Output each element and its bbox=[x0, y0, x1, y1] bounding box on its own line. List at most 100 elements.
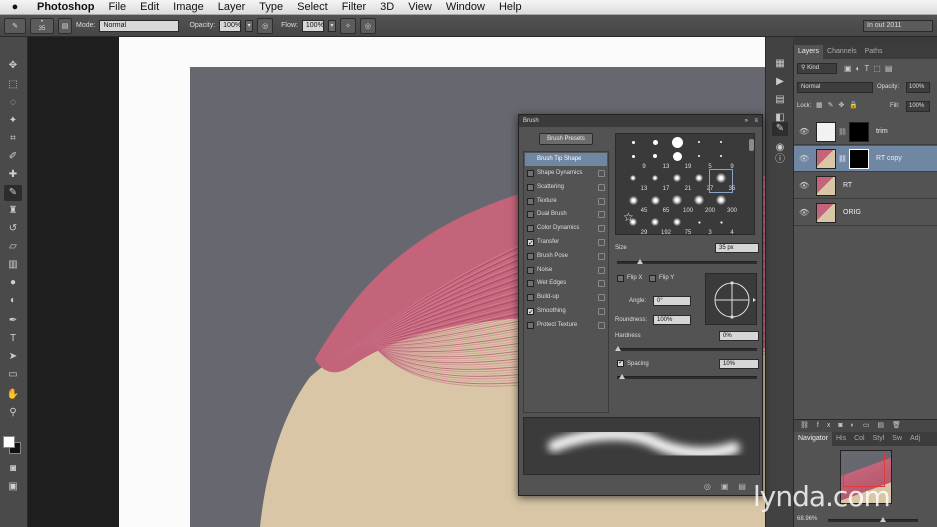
zoom-tool-icon[interactable]: ⚲ bbox=[4, 405, 22, 421]
tip-grid-scrollbar[interactable] bbox=[749, 139, 754, 151]
brush-tip-cell[interactable] bbox=[622, 136, 644, 148]
navigator-zoom-slider[interactable] bbox=[828, 517, 918, 522]
brush-tip-cell[interactable]: 3 bbox=[688, 214, 712, 236]
rectangle-tool-icon[interactable]: ▭ bbox=[4, 367, 22, 383]
hand-tool-icon[interactable]: ✋ bbox=[4, 387, 22, 403]
flow-dropdown-icon[interactable]: ▾ bbox=[327, 19, 336, 32]
brush-panel-header[interactable]: Brush » ≡ bbox=[519, 115, 762, 127]
menu-select[interactable]: Select bbox=[290, 0, 335, 15]
brush-tip-cell[interactable]: 9 bbox=[622, 148, 646, 170]
opacity-field[interactable]: 100% bbox=[219, 19, 242, 32]
lock-icon[interactable] bbox=[598, 321, 605, 329]
brush-option-checkbox[interactable] bbox=[527, 183, 534, 191]
brush-angle-preview[interactable] bbox=[705, 273, 757, 325]
star-brush-tip-icon[interactable]: ☆ bbox=[623, 210, 634, 224]
blend-mode-select[interactable]: Normal bbox=[797, 82, 873, 93]
menu-edit[interactable]: Edit bbox=[133, 0, 166, 15]
brush-option-item[interactable]: Build-up bbox=[525, 291, 607, 304]
slider-knob[interactable] bbox=[880, 517, 886, 522]
menu-3d[interactable]: 3D bbox=[373, 0, 401, 15]
menu-layer[interactable]: Layer bbox=[211, 0, 253, 15]
lasso-tool-icon[interactable]: ◌ bbox=[4, 95, 22, 111]
blur-tool-icon[interactable]: ● bbox=[4, 275, 22, 291]
menu-view[interactable]: View bbox=[401, 0, 439, 15]
brush-tip-cell[interactable]: 75 bbox=[666, 214, 691, 236]
lock-icon[interactable] bbox=[598, 294, 605, 302]
layer-kind-filter[interactable]: ⚲ Kind bbox=[797, 63, 837, 74]
brush-panel-toggle-icon[interactable]: ▤ bbox=[58, 17, 72, 34]
brush-tip-cell[interactable]: 100 bbox=[666, 192, 693, 214]
spacing-slider[interactable] bbox=[617, 374, 757, 379]
size-slider[interactable] bbox=[617, 259, 757, 264]
brush-option-item[interactable]: Color Dynamics bbox=[525, 222, 607, 235]
mode-select[interactable]: Normal bbox=[99, 19, 180, 32]
brush-option-item[interactable]: Brush Pose bbox=[525, 250, 607, 263]
brush-footer-icons[interactable]: ◎▣▤ bbox=[704, 482, 756, 491]
menu-filter[interactable]: Filter bbox=[335, 0, 373, 15]
brush-tip-cell[interactable] bbox=[644, 136, 666, 148]
menu-app-name[interactable]: Photoshop bbox=[30, 0, 101, 15]
layer-row-rt[interactable]: 👁 RT bbox=[794, 173, 937, 199]
panel-menu-icon[interactable]: ≡ bbox=[754, 115, 758, 127]
brush-tip-cell[interactable]: 9 bbox=[710, 148, 734, 170]
tab-color[interactable]: Col bbox=[850, 432, 869, 446]
brush-tip-cell[interactable]: 21 bbox=[666, 170, 691, 192]
eye-icon[interactable]: 👁 bbox=[799, 127, 809, 137]
brush-tip-cell[interactable]: 35 bbox=[709, 169, 735, 193]
fill-field[interactable]: 100% bbox=[906, 101, 930, 112]
info-panel-icon[interactable]: ▤ bbox=[772, 93, 788, 107]
slider-knob[interactable] bbox=[637, 259, 643, 264]
brush-tip-cell[interactable]: 192 bbox=[644, 214, 671, 236]
brush-presets-button[interactable]: Brush Presets bbox=[539, 133, 593, 145]
brush-tip-cell[interactable]: 13 bbox=[622, 170, 647, 192]
workspace-switcher[interactable]: In out 2011 bbox=[863, 19, 933, 32]
brush-option-checkbox[interactable] bbox=[527, 266, 534, 274]
marquee-tool-icon[interactable]: ⬚ bbox=[4, 77, 22, 93]
brush-option-item[interactable]: Noise bbox=[525, 264, 607, 277]
flip-x-checkbox[interactable] bbox=[617, 275, 624, 282]
tab-adjustments[interactable]: Adj bbox=[906, 432, 924, 446]
menu-window[interactable]: Window bbox=[439, 0, 492, 15]
lock-icon[interactable] bbox=[598, 197, 605, 205]
tab-channels[interactable]: Channels bbox=[823, 45, 861, 59]
lock-icon[interactable] bbox=[598, 252, 605, 260]
layer-row-orig[interactable]: 👁 ORIG bbox=[794, 200, 937, 226]
brush-option-checkbox[interactable] bbox=[527, 280, 534, 288]
brush-tip-cell[interactable] bbox=[710, 136, 732, 148]
path-select-tool-icon[interactable]: ➤ bbox=[4, 349, 22, 365]
brush-tip-cell[interactable]: 5 bbox=[688, 148, 712, 170]
healing-brush-tool-icon[interactable]: ✚ bbox=[4, 167, 22, 183]
brush-option-item[interactable]: Shape Dynamics bbox=[525, 167, 607, 180]
type-tool-icon[interactable]: T bbox=[4, 331, 22, 347]
slider-knob[interactable] bbox=[619, 374, 625, 379]
roundness-field[interactable]: 100% bbox=[653, 315, 691, 325]
lock-icon[interactable] bbox=[598, 183, 605, 191]
brush-option-item[interactable]: Wet Edges bbox=[525, 277, 607, 290]
crop-tool-icon[interactable]: ⌗ bbox=[4, 131, 22, 147]
brush-tip-cell[interactable]: 13 bbox=[644, 148, 669, 170]
eye-icon[interactable]: 👁 bbox=[799, 208, 809, 218]
eyedropper-tool-icon[interactable]: ✐ bbox=[4, 149, 22, 165]
layer-opacity-field[interactable]: 100% bbox=[906, 82, 930, 93]
menu-type[interactable]: Type bbox=[252, 0, 290, 15]
clone-stamp-tool-icon[interactable]: ♜ bbox=[4, 203, 22, 219]
airbrush-icon[interactable]: ✧ bbox=[339, 17, 356, 34]
brush-option-checkbox[interactable] bbox=[527, 197, 534, 205]
screen-mode-icon[interactable]: ▣ bbox=[4, 479, 22, 495]
apple-icon[interactable]: ● bbox=[0, 1, 30, 13]
layers-footer-icons[interactable]: ⛓fx◙◐▭▤🗑 bbox=[794, 419, 937, 432]
menu-image[interactable]: Image bbox=[166, 0, 211, 15]
pen-tool-icon[interactable]: ✒ bbox=[4, 313, 22, 329]
brush-tip-cell[interactable]: 65 bbox=[644, 192, 669, 214]
brush-tip-cell[interactable]: 17 bbox=[644, 170, 669, 192]
brush-option-checkbox[interactable] bbox=[527, 252, 534, 260]
lock-icon[interactable] bbox=[598, 308, 605, 315]
opacity-dropdown-icon[interactable]: ▾ bbox=[245, 19, 254, 32]
quick-select-tool-icon[interactable]: ✦ bbox=[4, 113, 22, 129]
angle-field[interactable]: 0° bbox=[653, 296, 691, 306]
foreground-color-swatch[interactable] bbox=[3, 436, 15, 448]
tab-styles[interactable]: Styl bbox=[869, 432, 889, 446]
brush-option-checkbox[interactable] bbox=[527, 225, 534, 233]
tab-paths[interactable]: Paths bbox=[861, 45, 887, 59]
brush-tip-cell[interactable] bbox=[666, 136, 688, 148]
